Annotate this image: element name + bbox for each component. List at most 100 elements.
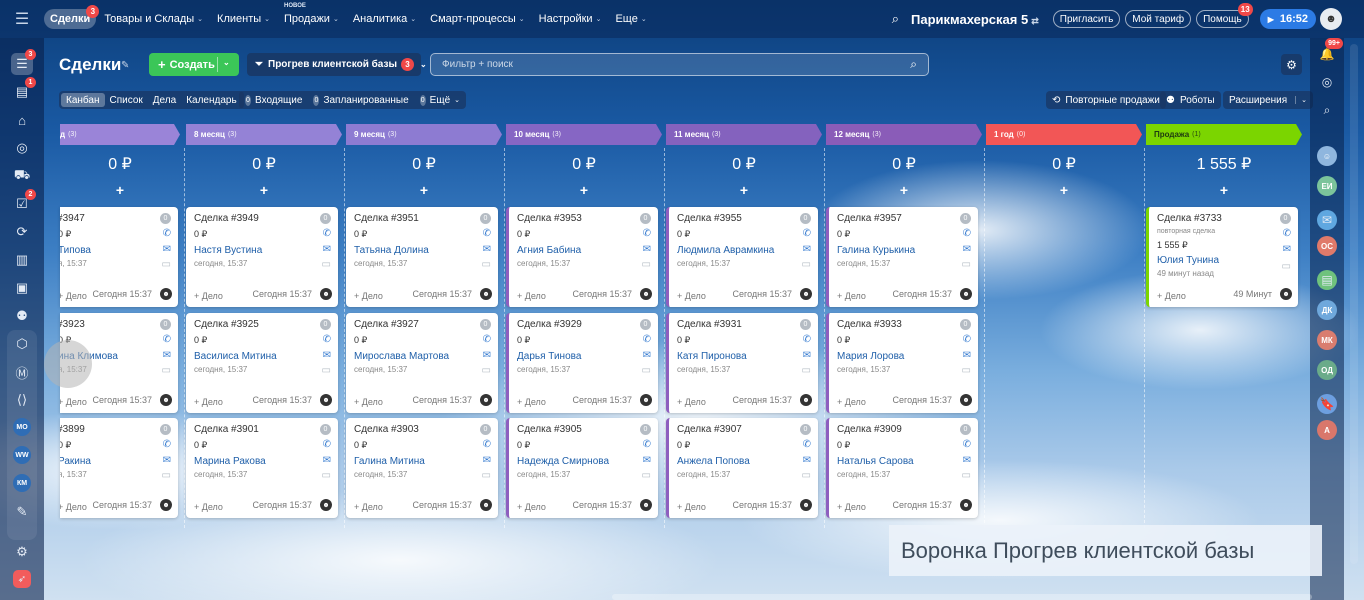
rocket-icon[interactable]: ➶ (13, 570, 31, 588)
bell-icon[interactable]: 🔔 99+ (1317, 38, 1343, 64)
owner-avatar[interactable]: ☻ (320, 288, 332, 300)
deal-title[interactable]: Сделка #3927 (354, 319, 419, 330)
chat-icon[interactable]: ▭ (962, 471, 971, 481)
deal-card[interactable]: Сделка #3931 0 ₽ Катя Пиронова сегодня, 15:… (666, 313, 818, 413)
add-activity-link[interactable]: + Дело (837, 502, 866, 512)
add-deal-button[interactable]: + (346, 182, 502, 198)
phone-icon[interactable]: ✆ (963, 440, 971, 450)
deal-card[interactable]: Сделка #3925 0 ₽ Василиса Митина сегодня, 1… (186, 313, 338, 413)
chat-icon[interactable]: ▭ (482, 471, 491, 481)
column-header[interactable]: 12 месяц (3) (826, 124, 982, 145)
help-button[interactable]: Помощь 13 (1196, 3, 1253, 28)
chat-icon[interactable]: ▭ (322, 471, 331, 481)
target-icon[interactable]: ◎ (1317, 72, 1337, 92)
chat-icon[interactable]: ▭ (162, 366, 171, 376)
client-name-link[interactable]: Галина Митина (354, 456, 425, 467)
phone-icon[interactable]: ✆ (163, 440, 171, 450)
owner-avatar[interactable]: ☻ (320, 499, 332, 511)
phone-icon[interactable]: ✆ (483, 335, 491, 345)
client-name-link[interactable]: Настя Вустина (194, 245, 262, 256)
chat-icon[interactable]: ▭ (162, 471, 171, 481)
column-header[interactable]: 1 год (0) (986, 124, 1142, 145)
deals-icon[interactable]: ☰ 3 (11, 49, 36, 75)
client-name-link[interactable]: Людмила Аврамкина (677, 245, 774, 256)
client-name-link[interactable]: Мирослава Мартова (354, 351, 449, 362)
settings-button[interactable]: ⚙ (1281, 54, 1302, 75)
deal-card[interactable]: Сделка #3901 0 ₽ Марина Ракова сегодня, 15:… (186, 418, 338, 518)
analytics-icon[interactable]: ▥ (11, 249, 33, 271)
deal-card[interactable]: Сделка #3953 0 ₽ Агния Бабина сегодня, 15:3… (506, 207, 658, 307)
deal-card[interactable]: Сделка #3907 0 ₽ Анжела Попова сегодня, 15:… (666, 418, 818, 518)
nav-item-7[interactable]: Еще ⌄ (609, 9, 652, 29)
nav-item-3[interactable]: Продажи ⌄ НОВОЕ (278, 3, 345, 29)
chat-icon[interactable]: ▭ (802, 260, 811, 270)
deal-card[interactable]: Сделка #3927 0 ₽ Мирослава Мартова сегодня,… (346, 313, 498, 413)
client-name-link[interactable]: Мария Лорова (837, 351, 904, 362)
add-activity-link[interactable]: + Дело (354, 397, 383, 407)
chevron-down-icon[interactable]: ⌄ (454, 96, 460, 104)
add-activity-link[interactable]: + Дело (1157, 291, 1186, 301)
deal-card[interactable]: Сделка #3733 1 555 ₽ Юлия Тунина 49 минут н… (1146, 207, 1298, 307)
robots-button[interactable]: ⚉ Роботы (1160, 91, 1221, 109)
settings-gear-icon[interactable]: ⚙ (11, 541, 33, 563)
bookmark-icon[interactable]: 🔖 (1317, 394, 1337, 414)
phone-icon[interactable]: ✆ (643, 440, 651, 450)
owner-avatar[interactable]: ☻ (960, 394, 972, 406)
owner-avatar[interactable]: ☻ (640, 499, 652, 511)
deal-title[interactable]: Сделка #3907 (677, 424, 742, 435)
contact-avatar[interactable]: ЕИ (1317, 176, 1337, 196)
phone-icon[interactable]: ✆ (963, 229, 971, 239)
mail-icon[interactable]: ✉ (323, 456, 331, 466)
chat-search-icon[interactable]: ⌕ (1317, 100, 1337, 120)
chat-icon[interactable]: ▭ (642, 366, 651, 376)
mail-icon[interactable]: ✉ (323, 245, 331, 255)
nav-item-5[interactable]: Смарт-процессы ⌄ (424, 9, 530, 29)
mail-icon[interactable]: ✉ (643, 245, 651, 255)
mail-icon[interactable]: ✉ (323, 351, 331, 361)
deal-title[interactable]: Сделка #3949 (194, 213, 259, 224)
invite-button[interactable]: Пригласить (1052, 10, 1121, 28)
add-activity-link[interactable]: + Дело (60, 502, 87, 512)
chat-icon[interactable]: ▭ (642, 471, 651, 481)
chat-icon[interactable]: ✉ (1317, 210, 1337, 230)
client-name-link[interactable]: Катя Пиронова (677, 351, 747, 362)
deal-title[interactable]: Сделка #3733 (1157, 213, 1222, 224)
mail-icon[interactable]: ✉ (643, 351, 651, 361)
view-calendar[interactable]: Календарь (181, 93, 241, 107)
client-name-link[interactable]: Галина Курькина (837, 245, 915, 256)
column-header[interactable]: 10 месяц (3) (506, 124, 662, 145)
hamburger-icon[interactable]: ☰ (0, 0, 44, 38)
repeat-sales-button[interactable]: ⟲ Повторные продажи (1046, 91, 1166, 109)
mail-icon[interactable]: ✉ (1283, 245, 1291, 255)
client-name-link[interactable]: Марина Ракова (194, 456, 266, 467)
client-name-link[interactable]: Надежда Смирнова (517, 456, 609, 467)
phone-icon[interactable]: ✆ (483, 440, 491, 450)
app-avatar-km[interactable]: КМ (13, 474, 31, 492)
add-activity-link[interactable]: + Дело (60, 291, 87, 301)
mail-icon[interactable]: ✉ (163, 245, 171, 255)
mail-icon[interactable]: ✉ (643, 456, 651, 466)
phone-icon[interactable]: ✆ (803, 229, 811, 239)
robot-icon[interactable]: ⚉ (11, 305, 33, 327)
funnel-selector[interactable]: ⏷ Прогрев клиентской базы 3 ⌄ (247, 53, 427, 76)
work-timer-button[interactable]: ▶ 16:52 (1259, 9, 1316, 29)
edit-doc-icon[interactable]: ✎ (11, 501, 33, 523)
add-deal-button[interactable]: + (60, 182, 180, 198)
deal-title[interactable]: Сделка #3957 (837, 213, 902, 224)
add-activity-link[interactable]: + Дело (517, 291, 546, 301)
contact-avatar-photo[interactable]: ☺ (1317, 146, 1337, 166)
code-icon[interactable]: ⟨⟩ (11, 389, 33, 411)
deal-card[interactable]: Сделка #3947 0 ₽ Типова я, 15:37 + Дело Сегод… (60, 207, 178, 307)
phone-icon[interactable]: ✆ (643, 229, 651, 239)
chat-icon[interactable]: ▭ (962, 366, 971, 376)
deal-title[interactable]: Сделка #3953 (517, 213, 582, 224)
contact-avatar[interactable]: МК (1317, 330, 1337, 350)
deal-card[interactable]: Сделка #3957 0 ₽ Галина Курькина сегодня, 1… (826, 207, 978, 307)
owner-avatar[interactable]: ☻ (800, 394, 812, 406)
owner-avatar[interactable]: ☻ (960, 499, 972, 511)
more-filter[interactable]: Ещё (430, 95, 450, 106)
chat-icon[interactable]: ▭ (322, 260, 331, 270)
owner-avatar[interactable]: ☻ (160, 394, 172, 406)
deal-title[interactable]: Сделка #3909 (837, 424, 902, 435)
client-name-link[interactable]: Василиса Митина (194, 351, 277, 362)
